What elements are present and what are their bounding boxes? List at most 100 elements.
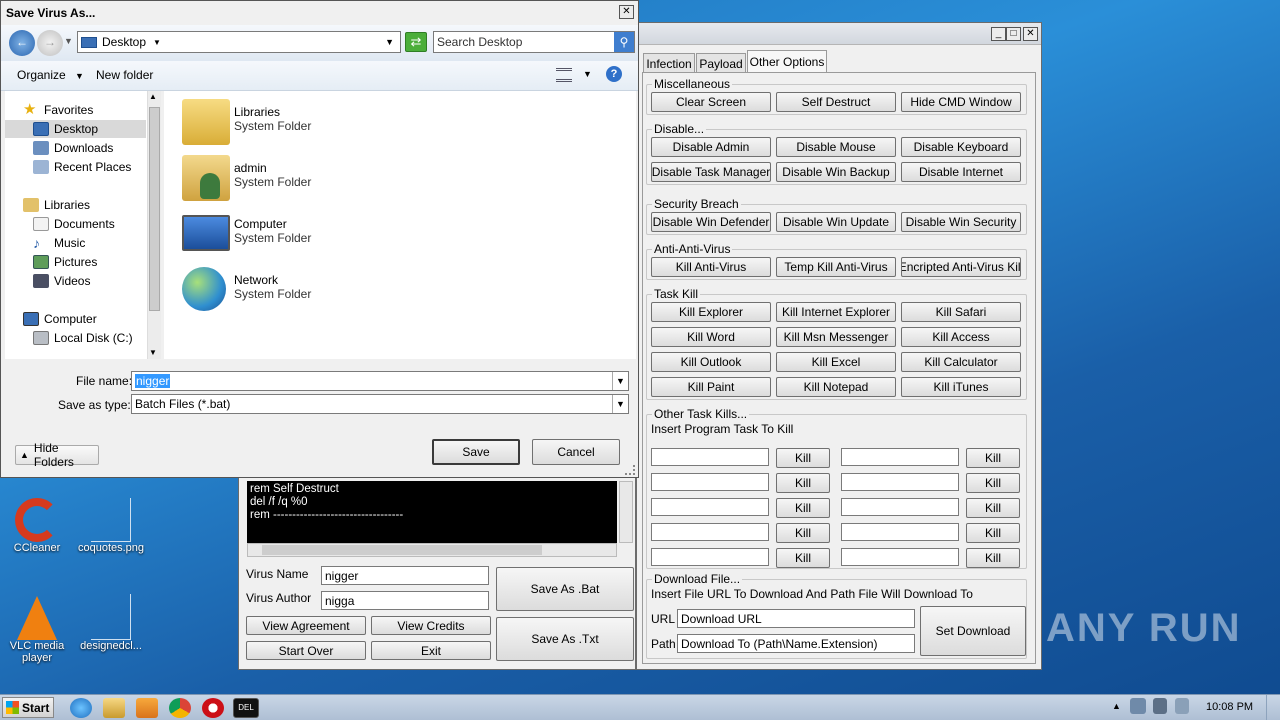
kill-itunes-button[interactable]: Kill iTunes [901,377,1021,397]
kill-button[interactable]: Kill [966,473,1020,493]
kill-button[interactable]: Kill [776,523,830,543]
kill-button[interactable]: Kill [966,523,1020,543]
new-folder-button[interactable]: New folder [96,68,153,82]
resize-grip-icon[interactable] [625,465,635,475]
view-agreement-button[interactable]: View Agreement [246,616,366,635]
download-path-input[interactable]: Download To (Path\Name.Extension) [677,634,915,653]
kill-button[interactable]: Kill [966,448,1020,468]
kill-internet-explorer-button[interactable]: Kill Internet Explorer [776,302,896,322]
address-bar[interactable]: Desktop ▼ ▼ [77,31,401,53]
desktop-icon-vlc[interactable]: VLC media player [2,594,72,664]
kill-notepad-button[interactable]: Kill Notepad [776,377,896,397]
kill-explorer-button[interactable]: Kill Explorer [651,302,771,322]
media-player-icon[interactable] [136,698,158,718]
forward-icon[interactable]: → [37,30,63,56]
desktop-icon-designed[interactable]: designedcl... [76,594,146,652]
scroll-up-icon[interactable]: ▲ [149,92,157,101]
kill-outlook-button[interactable]: Kill Outlook [651,352,771,372]
hide-cmd-window-button[interactable]: Hide CMD Window [901,92,1021,112]
kill-calculator-button[interactable]: Kill Calculator [901,352,1021,372]
chevron-down-icon[interactable]: ▼ [612,372,628,390]
save-as-bat-button[interactable]: Save As .Bat [496,567,634,611]
encripted-anti-virus-kill-button[interactable]: Encripted Anti-Virus Kill [901,257,1021,277]
view-options-icon[interactable] [556,68,572,82]
task-kill-input[interactable] [651,523,769,541]
maximize-button[interactable]: □ [1006,27,1021,41]
chevron-down-icon[interactable]: ▼ [612,395,628,413]
internet-explorer-icon[interactable] [70,698,92,718]
task-kill-input[interactable] [651,448,769,466]
script-vertical-scrollbar[interactable] [619,481,633,543]
task-kill-input[interactable] [841,548,959,566]
nav-videos[interactable]: Videos [33,272,90,290]
tray-network-icon[interactable] [1130,698,1146,714]
kill-word-button[interactable]: Kill Word [651,327,771,347]
file-item-computer[interactable]: Computer System Folder [182,209,482,261]
minimize-button[interactable]: _ [991,27,1006,41]
history-dropdown-icon[interactable]: ▼ [64,36,73,46]
disable-task-manager-button[interactable]: Disable Task Manager [651,162,771,182]
tray-flag-icon[interactable] [1175,698,1189,714]
chevron-down-icon[interactable]: ▼ [583,69,592,79]
desktop-icon-ccleaner[interactable]: CCleaner [2,498,72,554]
desktop-icon-coquotes[interactable]: coquotes.png [76,498,146,554]
task-kill-input[interactable] [841,523,959,541]
script-output[interactable]: rem Self Destruct del /f /q %0 rem -------… [247,481,617,543]
nav-downloads[interactable]: Downloads [33,139,113,157]
nav-recent-places[interactable]: Recent Places [33,158,131,176]
save-button[interactable]: Save [432,439,520,465]
kill-paint-button[interactable]: Kill Paint [651,377,771,397]
help-icon[interactable]: ? [606,66,622,82]
file-name-input[interactable]: nigger ▼ [131,371,629,391]
explorer-icon[interactable] [103,698,125,718]
scroll-thumb[interactable] [262,545,542,555]
disable-admin-button[interactable]: Disable Admin [651,137,771,157]
nav-libraries[interactable]: Libraries [23,196,90,214]
back-icon[interactable]: ← [9,30,35,56]
kill-excel-button[interactable]: Kill Excel [776,352,896,372]
disable-internet-button[interactable]: Disable Internet [901,162,1021,182]
nav-favorites[interactable]: ★ Favorites [23,101,93,119]
scroll-down-icon[interactable]: ▼ [149,348,157,357]
self-destruct-button[interactable]: Self Destruct [776,92,896,112]
kill-safari-button[interactable]: Kill Safari [901,302,1021,322]
disable-keyboard-button[interactable]: Disable Keyboard [901,137,1021,157]
tray-volume-icon[interactable] [1153,698,1167,714]
nav-documents[interactable]: Documents [33,215,115,233]
hide-folders-button[interactable]: ▲ Hide Folders [15,441,99,469]
tab-other-options[interactable]: Other Options [747,50,827,73]
file-item-network[interactable]: Network System Folder [182,265,482,317]
organize-button[interactable]: Organize ▼ [17,68,84,82]
task-kill-input[interactable] [841,498,959,516]
download-url-input[interactable]: Download URL [677,609,915,628]
search-input[interactable]: Search Desktop ⚲ [433,31,635,53]
task-kill-input[interactable] [651,498,769,516]
save-as-txt-button[interactable]: Save As .Txt [496,617,634,661]
batch-app-icon[interactable]: DEL [233,698,259,718]
opera-icon[interactable] [202,698,224,718]
task-kill-input[interactable] [651,548,769,566]
nav-music[interactable]: ♪ Music [33,234,85,252]
disable-win-security-button[interactable]: Disable Win Security [901,212,1021,232]
kill-button[interactable]: Kill [776,548,830,568]
file-item-libraries[interactable]: Libraries System Folder [182,97,482,149]
kill-button[interactable]: Kill [776,448,830,468]
task-kill-input[interactable] [841,448,959,466]
virus-name-input[interactable]: nigger [321,566,489,585]
disable-mouse-button[interactable]: Disable Mouse [776,137,896,157]
kill-access-button[interactable]: Kill Access [901,327,1021,347]
view-credits-button[interactable]: View Credits [371,616,491,635]
kill-button[interactable]: Kill [966,498,1020,518]
temp-kill-anti-virus-button[interactable]: Temp Kill Anti-Virus [776,257,896,277]
set-download-button[interactable]: Set Download [920,606,1026,656]
cancel-button[interactable]: Cancel [532,439,620,465]
start-button[interactable]: Start [2,697,54,718]
task-kill-input[interactable] [841,473,959,491]
save-as-type-select[interactable]: Batch Files (*.bat) ▼ [131,394,629,414]
close-button[interactable]: ✕ [619,5,634,19]
search-icon[interactable]: ⚲ [614,32,634,52]
tab-infection[interactable]: Infection [643,53,695,73]
kill-anti-virus-button[interactable]: Kill Anti-Virus [651,257,771,277]
clock[interactable]: 10:08 PM [1206,701,1253,713]
disable-win-defender-button[interactable]: Disable Win Defender [651,212,771,232]
